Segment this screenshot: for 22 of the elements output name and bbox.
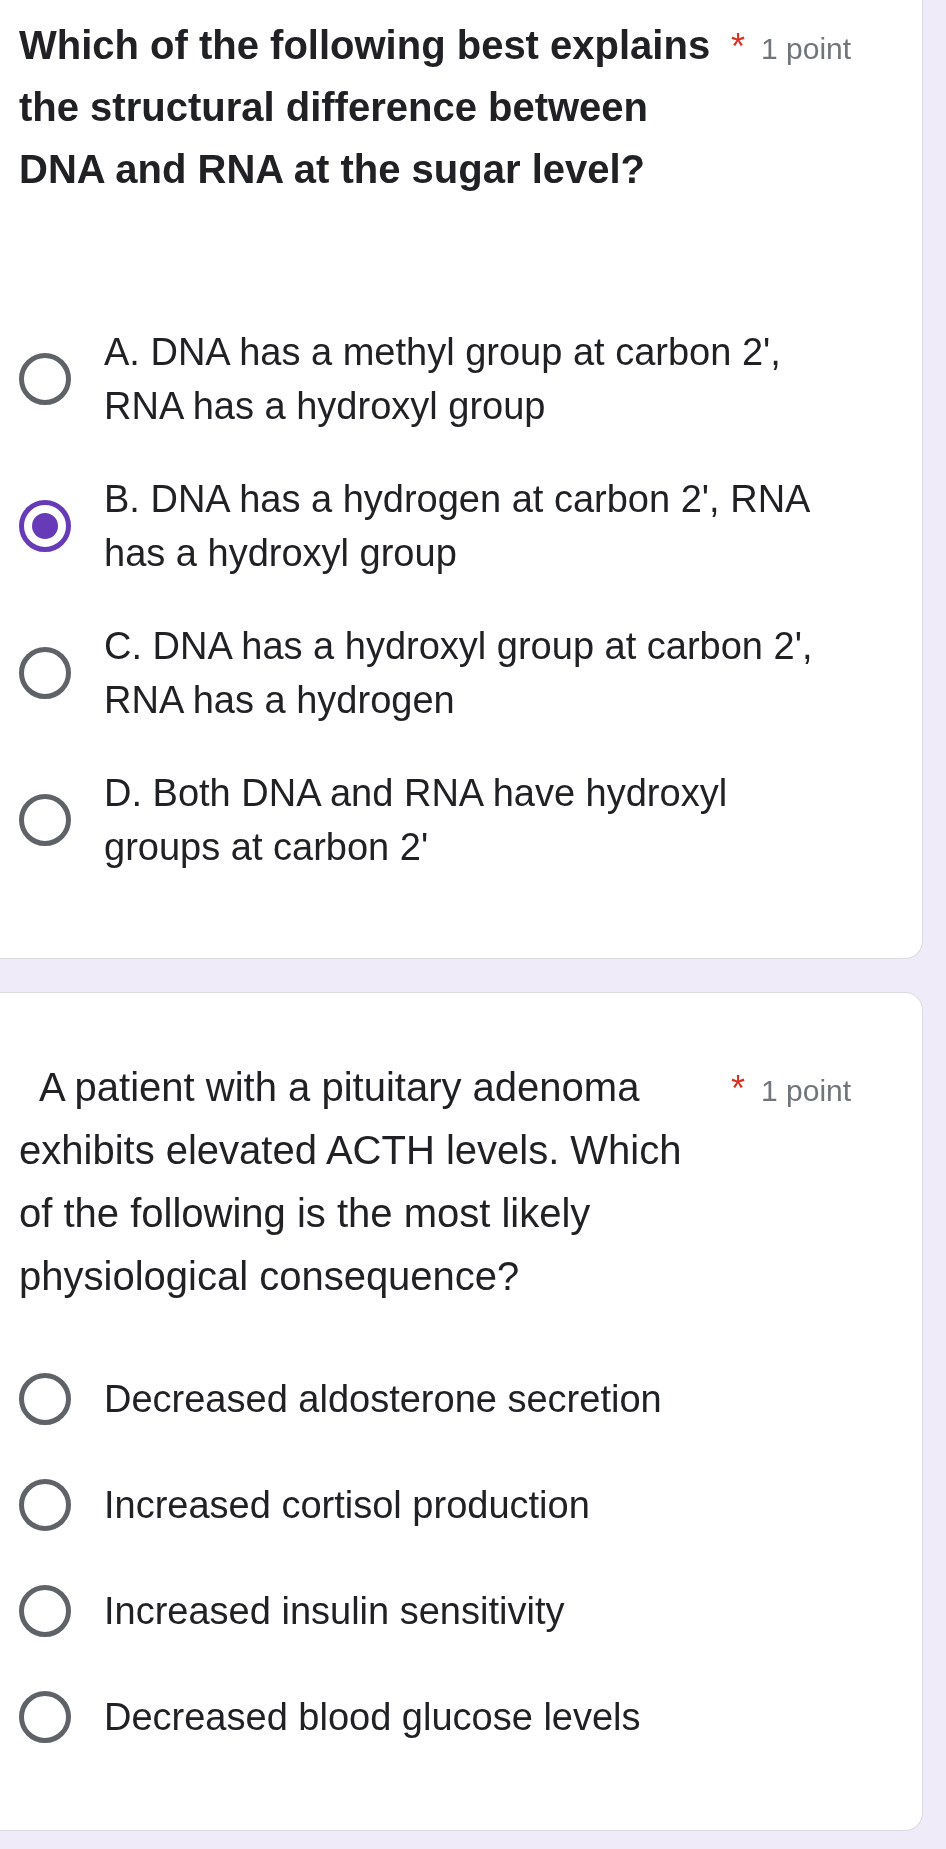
question-title: Which of the following best explains the structural difference between DNA and RNA at the sugar level? xyxy=(19,22,712,193)
radio-button[interactable] xyxy=(19,1478,71,1531)
radio-button[interactable] xyxy=(19,647,71,699)
option-label: Decreased blood glucose levels xyxy=(104,1694,642,1740)
option-label: B. DNA has a hydrogen at carbon 2', RNA has a hydroxyl group xyxy=(104,477,811,576)
option-label: Increased cortisol production xyxy=(104,1482,591,1528)
points-label: 1 point xyxy=(761,31,852,67)
points-label: 1 point xyxy=(761,1073,852,1109)
option-label: Increased insulin sensitivity xyxy=(104,1588,566,1634)
radio-button[interactable] xyxy=(19,1584,71,1637)
question-title: A patient with a pituitary adenoma exhibits elevated ACTH levels. Which of the following is the most likely physiological consequence? xyxy=(19,1064,683,1300)
radio-button[interactable] xyxy=(19,794,71,846)
required-asterisk: * xyxy=(731,27,745,67)
radio-button[interactable] xyxy=(19,1690,71,1743)
required-asterisk: * xyxy=(731,1069,745,1109)
radio-button[interactable] xyxy=(19,353,71,405)
radio-button[interactable] xyxy=(19,500,71,552)
radio-button[interactable] xyxy=(19,1372,71,1425)
option-label: C. DNA has a hydroxyl group at carbon 2', RNA has a hydrogen xyxy=(104,624,814,723)
option-label: A. DNA has a methyl group at carbon 2', RNA has a hydroxyl group xyxy=(104,330,782,429)
option-label: D. Both DNA and RNA have hydroxyl groups at carbon 2' xyxy=(104,771,729,870)
option-label: Decreased aldosterone secretion xyxy=(104,1376,663,1422)
